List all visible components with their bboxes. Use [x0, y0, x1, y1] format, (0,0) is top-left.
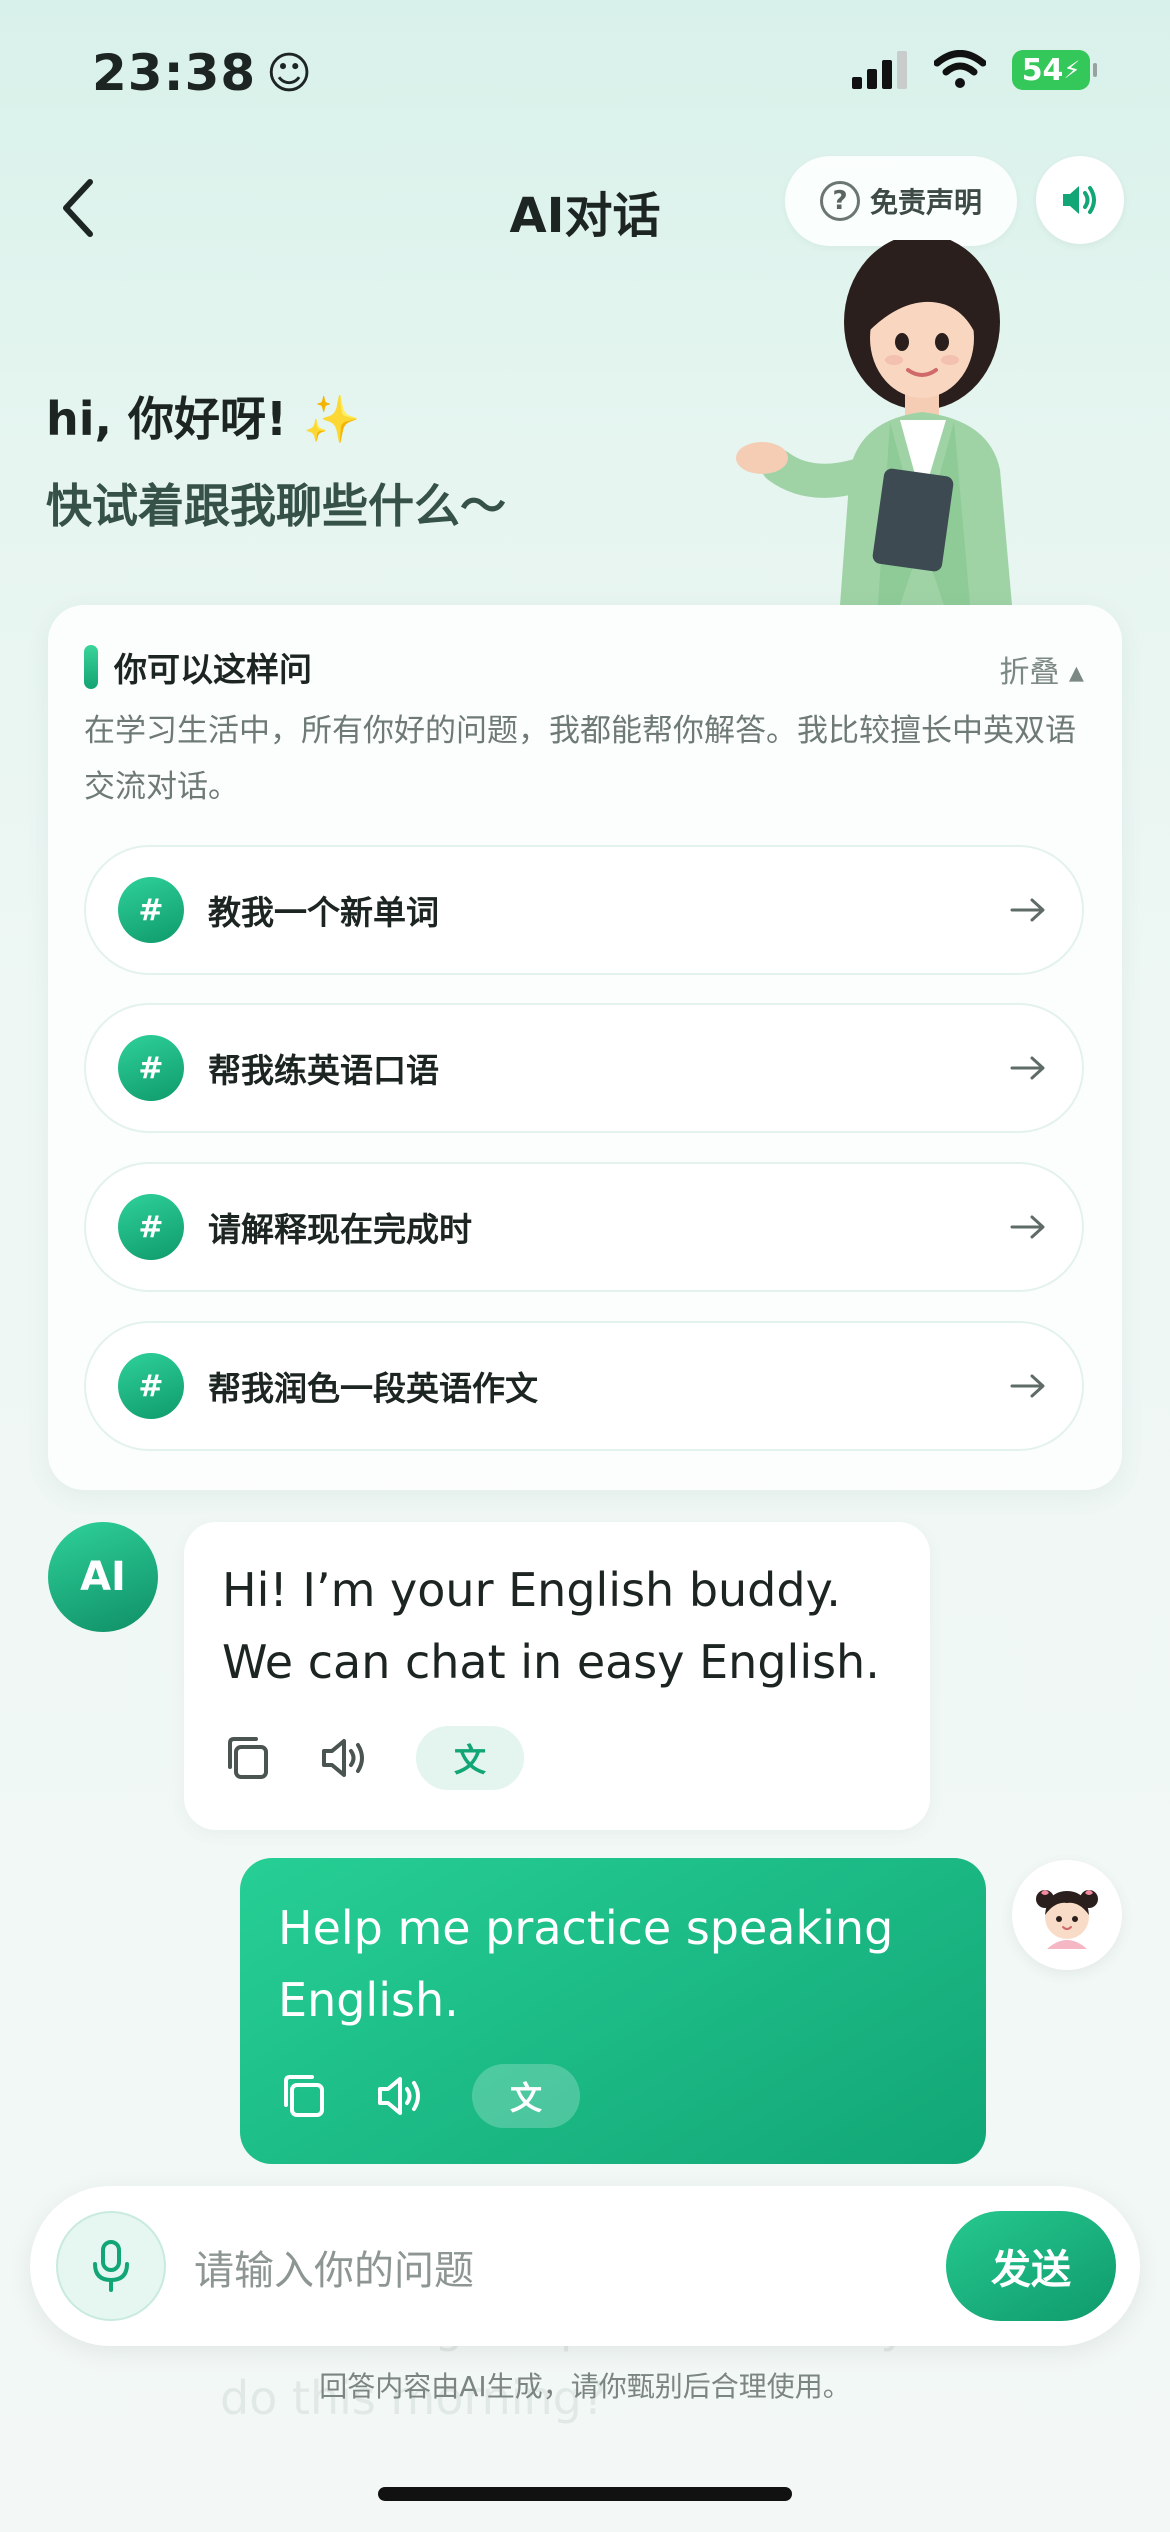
copy-icon[interactable]	[220, 1731, 274, 1785]
status-indicators: 54 ⚡	[852, 50, 1097, 90]
cellular-signal-icon	[852, 51, 907, 89]
hash-icon: #	[118, 1194, 184, 1260]
disclaimer-button[interactable]: ? 免责声明	[785, 156, 1017, 246]
battery-level: 54	[1021, 52, 1064, 88]
arrow-right-icon	[1010, 1374, 1045, 1398]
ai-message-text: Hi! I’m your English buddy. We can chat …	[222, 1563, 880, 1689]
send-button[interactable]: 发送	[946, 2211, 1116, 2321]
speaker-icon[interactable]	[318, 1731, 372, 1785]
copy-icon[interactable]	[276, 2069, 330, 2123]
greeting-text: hi, 你好呀!	[46, 392, 287, 446]
translate-button[interactable]: 文	[472, 2064, 580, 2128]
microphone-icon	[93, 2240, 129, 2292]
card-accent-bar	[84, 645, 98, 689]
voice-input-button[interactable]	[56, 2211, 166, 2321]
sparkles-icon: ✨	[303, 392, 361, 446]
suggestion-label: 帮我练英语口语	[208, 1051, 439, 1090]
arrow-right-icon	[1010, 1215, 1045, 1239]
status-time: 23:38 ☺	[92, 44, 313, 102]
suggestions-card: 你可以这样问 折叠 ▴ 在学习生活中，所有你好的问题，我都能帮你解答。我比较擅长…	[48, 605, 1122, 1490]
ai-message-bubble: Hi! I’m your English buddy. We can chat …	[184, 1522, 930, 1830]
hash-icon: #	[118, 877, 184, 943]
greeting-line-2: 快试着跟我聊些什么～	[46, 479, 506, 533]
translate-button[interactable]: 文	[416, 1726, 524, 1790]
suggestion-label: 教我一个新单词	[208, 893, 439, 932]
sound-toggle-button[interactable]	[1036, 156, 1124, 244]
question-icon: ?	[819, 181, 860, 221]
suggestion-item[interactable]: # 帮我润色一段英语作文	[84, 1321, 1084, 1451]
greeting-line-1: hi, 你好呀! ✨	[46, 383, 360, 449]
ai-message-actions: 文	[220, 1726, 524, 1790]
arrow-right-icon	[1010, 1056, 1045, 1080]
suggestions-description: 在学习生活中，所有你好的问题，我都能帮你解答。我比较擅长中英双语交流对话。	[84, 713, 1076, 805]
speaker-icon	[1063, 186, 1096, 214]
suggestion-item[interactable]: # 教我一个新单词	[84, 845, 1084, 975]
user-message-bubble: Help me practice speaking English. 文	[240, 1858, 986, 2164]
user-message-text: Help me practice speaking English.	[278, 1901, 894, 2027]
question-input[interactable]: 请输入你的问题	[194, 2238, 474, 2296]
home-indicator[interactable]	[378, 2487, 792, 2501]
suggestions-title: 你可以这样问	[114, 650, 312, 689]
chat-input-bar: 请输入你的问题 发送	[30, 2186, 1140, 2346]
user-message-actions: 文	[276, 2064, 580, 2128]
girl-avatar-icon	[1036, 1890, 1098, 1949]
ai-avatar: AI	[48, 1522, 158, 1632]
user-avatar	[1012, 1860, 1122, 1970]
suggestion-item[interactable]: # 帮我练英语口语	[84, 1003, 1084, 1133]
charging-icon: ⚡	[1063, 56, 1081, 84]
teacher-avatar-illustration	[736, 240, 1012, 605]
disclaimer-label: 免责声明	[869, 186, 982, 219]
hash-icon: #	[118, 1353, 184, 1419]
ai-disclaimer-note: 回答内容由AI生成，请你甄别后合理使用。	[319, 2370, 851, 2403]
smiley-icon: ☺	[266, 47, 314, 99]
status-time-text: 23:38	[92, 44, 257, 102]
fold-button[interactable]: 折叠 ▴	[999, 647, 1084, 691]
speaker-icon[interactable]	[374, 2069, 428, 2123]
battery-indicator: 54 ⚡	[1012, 50, 1097, 90]
wifi-icon	[934, 50, 986, 88]
suggestion-label: 帮我润色一段英语作文	[208, 1369, 538, 1408]
suggestion-item[interactable]: # 请解释现在完成时	[84, 1162, 1084, 1292]
arrow-right-icon	[1010, 898, 1045, 922]
hash-icon: #	[118, 1035, 184, 1101]
suggestion-label: 请解释现在完成时	[208, 1210, 472, 1249]
